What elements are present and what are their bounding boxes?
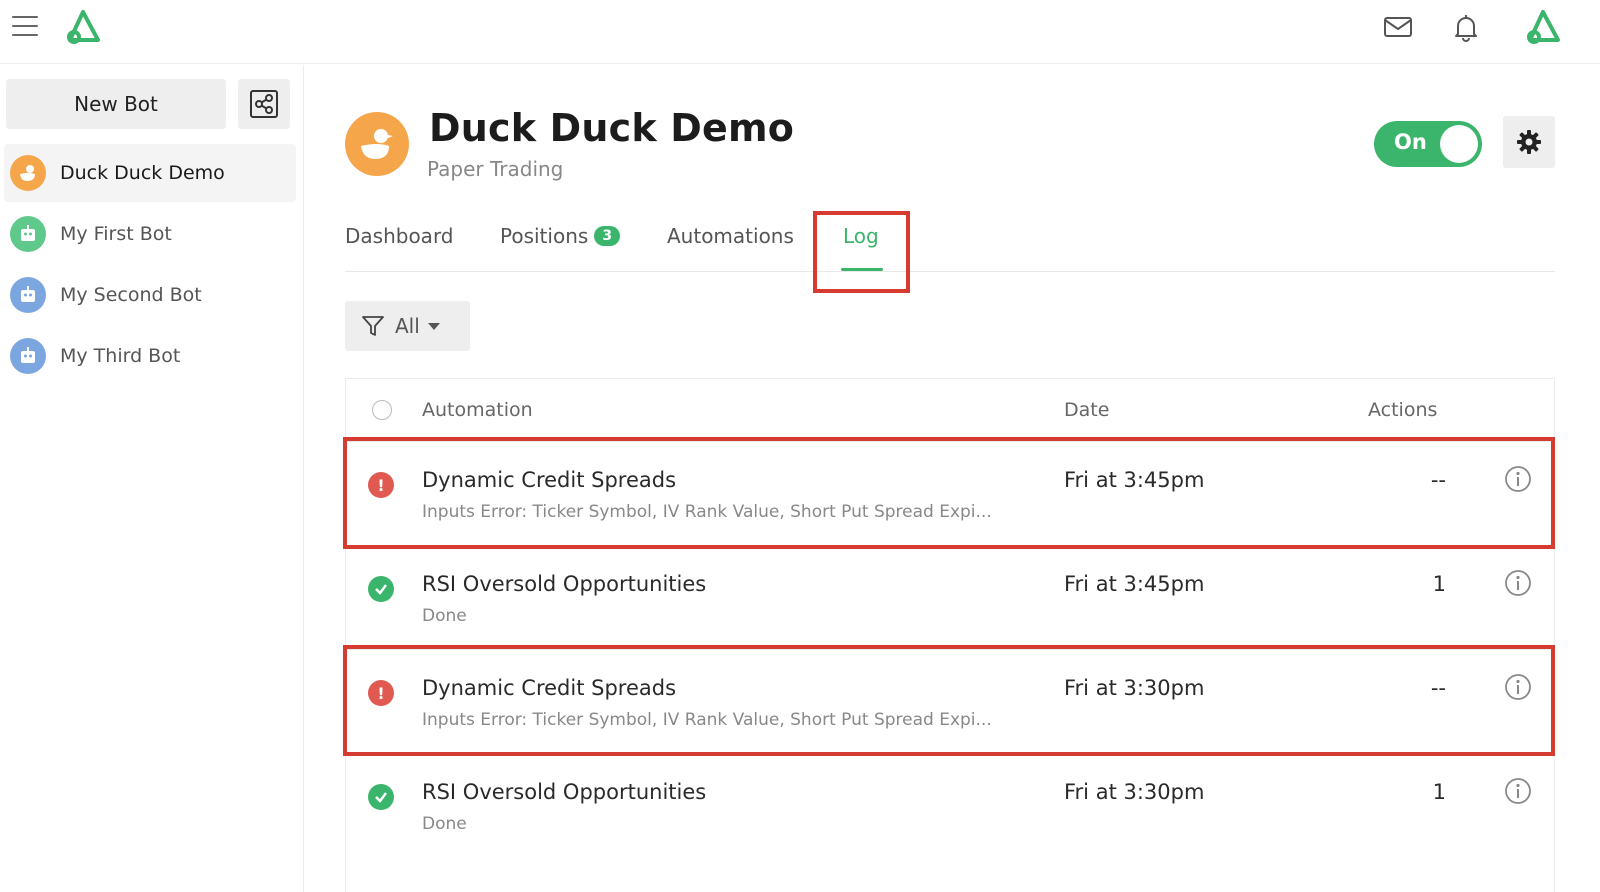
- log-table: Automation Date Actions ! Dynamic Credit…: [345, 378, 1555, 892]
- error-icon: !: [368, 680, 394, 706]
- tab-automations[interactable]: Automations: [667, 224, 794, 248]
- column-header-automation: Automation: [422, 399, 533, 421]
- filter-label: All: [395, 314, 420, 338]
- tab-label: Dashboard: [345, 224, 454, 248]
- row-subtitle: Done: [422, 606, 467, 626]
- sidebar-item-my-third-bot[interactable]: My Third Bot: [4, 327, 296, 385]
- sidebar-item-label: My Third Bot: [60, 345, 181, 367]
- check-icon: [368, 576, 394, 602]
- row-actions: 1: [1432, 572, 1446, 596]
- bot-on-toggle[interactable]: On: [1374, 121, 1482, 167]
- page-subtitle: Paper Trading: [427, 157, 564, 181]
- row-subtitle: Done: [422, 814, 467, 834]
- chevron-down-icon: [427, 322, 440, 330]
- info-icon[interactable]: [1504, 777, 1532, 805]
- sidebar-item-label: My First Bot: [60, 223, 172, 245]
- filter-icon: [362, 316, 384, 336]
- top-bar: [0, 0, 1600, 64]
- hamburger-menu-icon[interactable]: [12, 16, 38, 38]
- row-subtitle: Inputs Error: Ticker Symbol, IV Rank Val…: [422, 710, 992, 730]
- bell-icon[interactable]: [1450, 12, 1482, 42]
- info-icon[interactable]: [1504, 465, 1532, 493]
- settings-button[interactable]: [1503, 116, 1555, 168]
- new-bot-button[interactable]: New Bot: [6, 79, 226, 129]
- row-title: Dynamic Credit Spreads: [422, 676, 677, 700]
- duck-icon: [361, 129, 393, 159]
- row-date: Fri at 3:45pm: [1064, 468, 1205, 492]
- column-header-actions: Actions: [1368, 399, 1438, 421]
- bot-avatar: [345, 112, 409, 176]
- row-actions: --: [1430, 468, 1446, 492]
- tab-dashboard[interactable]: Dashboard: [345, 224, 454, 248]
- row-title: Dynamic Credit Spreads: [422, 468, 677, 492]
- row-subtitle: Inputs Error: Ticker Symbol, IV Rank Val…: [422, 502, 992, 522]
- tab-label: Log: [843, 224, 879, 248]
- page-title: Duck Duck Demo: [429, 106, 795, 150]
- robot-icon: [10, 216, 46, 252]
- robot-icon: [10, 338, 46, 374]
- sidebar-item-label: Duck Duck Demo: [60, 162, 225, 184]
- share-button[interactable]: [238, 79, 290, 129]
- row-date: Fri at 3:30pm: [1064, 676, 1205, 700]
- app-logo-icon[interactable]: [62, 8, 104, 46]
- select-all-radio[interactable]: [372, 400, 392, 420]
- column-header-date: Date: [1064, 399, 1110, 421]
- tab-log[interactable]: Log: [843, 224, 879, 248]
- toggle-label: On: [1394, 130, 1427, 154]
- sidebar-item-my-first-bot[interactable]: My First Bot: [4, 205, 296, 263]
- tab-label: Positions: [500, 224, 589, 248]
- tab-label: Automations: [667, 224, 794, 248]
- duck-icon: [10, 155, 46, 191]
- mail-icon[interactable]: [1382, 12, 1414, 42]
- check-icon: [368, 784, 394, 810]
- info-icon[interactable]: [1504, 673, 1532, 701]
- gear-icon: [1517, 130, 1541, 154]
- row-title: RSI Oversold Opportunities: [422, 780, 707, 804]
- positions-count-badge: 3: [594, 226, 621, 246]
- row-actions: 1: [1432, 780, 1446, 804]
- row-title: RSI Oversold Opportunities: [422, 572, 707, 596]
- row-actions: --: [1430, 676, 1446, 700]
- sidebar-item-duck-duck-demo[interactable]: Duck Duck Demo: [4, 144, 296, 202]
- table-row[interactable]: RSI Oversold Opportunities Done Fri at 3…: [346, 753, 1554, 857]
- row-date: Fri at 3:30pm: [1064, 780, 1205, 804]
- sidebar-item-my-second-bot[interactable]: My Second Bot: [4, 266, 296, 324]
- tab-positions[interactable]: Positions 3: [500, 224, 621, 248]
- info-icon[interactable]: [1504, 569, 1532, 597]
- filter-dropdown[interactable]: All: [345, 301, 470, 351]
- sidebar-item-label: My Second Bot: [60, 284, 202, 306]
- row-date: Fri at 3:45pm: [1064, 572, 1205, 596]
- error-icon: !: [368, 472, 394, 498]
- robot-icon: [10, 277, 46, 313]
- table-row[interactable]: ! Dynamic Credit Spreads Inputs Error: T…: [346, 649, 1554, 753]
- sidebar: New Bot Duck Duck Demo My First Bot My S…: [0, 65, 304, 892]
- user-logo-icon[interactable]: [1522, 8, 1564, 46]
- table-row[interactable]: ! Dynamic Credit Spreads Inputs Error: T…: [346, 441, 1554, 545]
- toggle-knob: [1440, 125, 1478, 163]
- share-icon: [250, 90, 278, 118]
- table-row[interactable]: RSI Oversold Opportunities Done Fri at 3…: [346, 545, 1554, 649]
- tabs-divider: [345, 271, 1555, 272]
